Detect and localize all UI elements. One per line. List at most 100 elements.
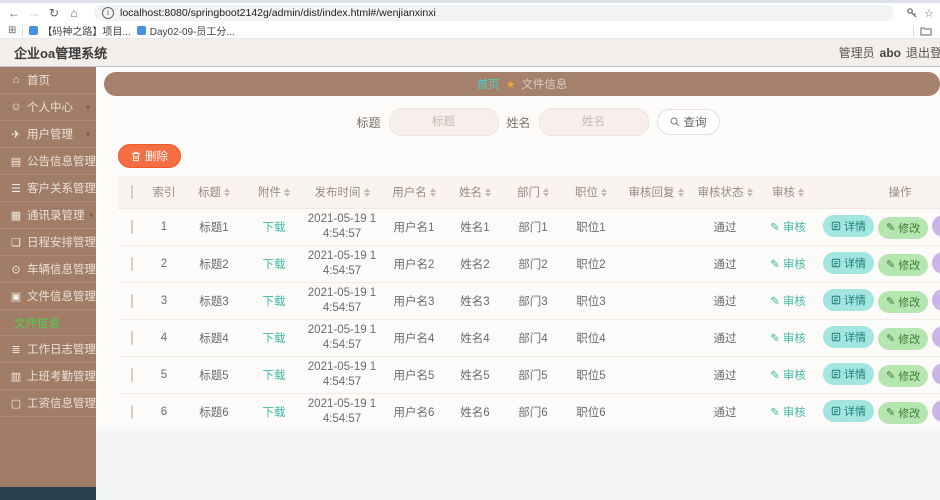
sidebar-item-worklog-management[interactable]: 工作日志管理▾ xyxy=(0,336,96,363)
delete-button[interactable]: 删除 xyxy=(932,215,940,238)
edit-button[interactable]: ✎ 修改 xyxy=(878,401,929,424)
delete-button[interactable]: 删除 xyxy=(932,289,940,312)
row-checkbox[interactable] xyxy=(131,331,133,345)
sort-icon[interactable] xyxy=(746,188,753,198)
col-attachment[interactable]: 附件 xyxy=(246,176,302,209)
key-icon[interactable] xyxy=(906,7,918,19)
bookmark-star-icon[interactable]: ☆ xyxy=(924,7,934,20)
download-link[interactable]: 下载 xyxy=(263,407,286,419)
reload-icon[interactable]: ↻ xyxy=(46,5,62,21)
sort-icon[interactable] xyxy=(601,188,607,198)
sidebar-item-announcement-management[interactable]: 公告信息管理▾ xyxy=(0,148,96,175)
audit-link[interactable]: ✎ 审核 xyxy=(770,259,806,271)
bookmark-item[interactable]: 【码神之路】项目... xyxy=(29,23,131,38)
col-position[interactable]: 职位 xyxy=(562,176,620,209)
col-audit[interactable]: 审核 xyxy=(758,176,818,209)
sort-icon[interactable] xyxy=(677,188,684,198)
sort-icon[interactable] xyxy=(224,188,230,198)
bookmark-label: Day02-09-员工分... xyxy=(149,27,235,38)
cell-index: 2 xyxy=(146,245,182,283)
delete-button[interactable]: 删除 xyxy=(932,326,940,349)
cell-position: 职位3 xyxy=(562,282,620,320)
bookmarks-folder-icon[interactable] xyxy=(920,26,932,36)
tab-grid-icon[interactable]: ⊞ xyxy=(8,25,16,36)
download-link[interactable]: 下载 xyxy=(263,370,286,382)
sort-icon[interactable] xyxy=(284,188,290,198)
sidebar-item-schedule-management[interactable]: 日程安排管理▾ xyxy=(0,229,96,256)
detail-button[interactable]: 详情 xyxy=(823,326,874,349)
breadcrumb-current: 文件信息 xyxy=(521,79,568,91)
detail-button[interactable]: 详情 xyxy=(823,289,874,312)
edit-button[interactable]: ✎ 修改 xyxy=(878,216,929,239)
row-checkbox[interactable] xyxy=(131,368,133,382)
sidebar-item-attendance-management[interactable]: 上班考勤管理▾ xyxy=(0,363,96,390)
edit-button[interactable]: ✎ 修改 xyxy=(878,327,929,350)
col-audit-status[interactable]: 审核状态 xyxy=(692,176,758,209)
col-name[interactable]: 姓名 xyxy=(446,176,504,209)
row-checkbox[interactable] xyxy=(131,257,133,271)
detail-button[interactable]: 详情 xyxy=(823,215,874,238)
table-row: 6 标题6 下载 2021-05-19 14:54:57 用户名6 姓名6 部门6 职位6 通过… xyxy=(118,393,940,429)
edit-button[interactable]: ✎ 修改 xyxy=(878,253,929,276)
logout-button[interactable]: 退出登录 xyxy=(906,44,940,61)
download-link[interactable]: 下载 xyxy=(263,259,286,271)
col-dept[interactable]: 部门 xyxy=(504,176,562,209)
row-checkbox[interactable] xyxy=(131,220,133,234)
cell-audit-status: 通过 xyxy=(692,356,758,394)
sidebar-item-salary-management[interactable]: 工资信息管理▾ xyxy=(0,390,96,417)
audit-link[interactable]: ✎ 审核 xyxy=(770,296,806,308)
delete-button[interactable]: 删除 xyxy=(932,400,940,423)
col-publish-time[interactable]: 发布时间 xyxy=(302,176,382,209)
audit-link[interactable]: ✎ 审核 xyxy=(770,370,806,382)
col-username[interactable]: 用户名 xyxy=(382,176,446,209)
sidebar-item-personal-center[interactable]: 个人中心▾ xyxy=(0,94,96,121)
query-button[interactable]: 查询 xyxy=(656,109,720,135)
cell-index: 1 xyxy=(146,208,182,246)
cell-publish-time: 2021-05-19 14:54:57 xyxy=(302,282,382,320)
forward-icon[interactable]: → xyxy=(26,5,42,21)
breadcrumb-home-link[interactable]: 首页 xyxy=(477,76,500,92)
edit-button[interactable]: ✎ 修改 xyxy=(878,364,929,387)
cell-dept: 部门5 xyxy=(504,356,562,394)
col-title[interactable]: 标题 xyxy=(182,176,246,209)
sort-icon[interactable] xyxy=(485,188,491,198)
cell-audit-status: 通过 xyxy=(692,393,758,429)
row-checkbox[interactable] xyxy=(131,294,133,308)
delete-button[interactable]: 删除 xyxy=(932,363,940,386)
sort-icon[interactable] xyxy=(363,188,370,198)
name-search-input[interactable] xyxy=(538,108,649,136)
schedule-icon xyxy=(10,236,22,249)
row-checkbox[interactable] xyxy=(131,405,133,419)
sidebar-subitem-file-info-active[interactable]: 文件信息 xyxy=(0,310,96,336)
batch-delete-button[interactable]: 删除 xyxy=(118,144,181,168)
edit-button[interactable]: ✎ 修改 xyxy=(878,290,929,313)
site-info-icon[interactable]: i xyxy=(102,7,114,19)
download-link[interactable]: 下载 xyxy=(263,296,286,308)
delete-button[interactable]: 删除 xyxy=(932,252,940,275)
sidebar-item-customer-management[interactable]: 客户关系管理▾ xyxy=(0,175,96,202)
detail-button[interactable]: 详情 xyxy=(823,400,874,423)
sidebar-item-home[interactable]: 首页 xyxy=(0,67,96,94)
select-all-checkbox[interactable] xyxy=(131,185,133,199)
detail-button[interactable]: 详情 xyxy=(823,252,874,275)
sidebar-item-file-management[interactable]: 文件信息管理▾ xyxy=(0,283,96,310)
col-audit-reply[interactable]: 审核回复 xyxy=(620,176,692,209)
sort-icon[interactable] xyxy=(798,188,804,198)
bookmark-item[interactable]: Day02-09-员工分... xyxy=(136,23,235,38)
download-link[interactable]: 下载 xyxy=(263,333,286,345)
sidebar-item-user-management[interactable]: 用户管理▾ xyxy=(0,121,96,148)
audit-link[interactable]: ✎ 审核 xyxy=(770,407,806,419)
sidebar-item-vehicle-management[interactable]: 车辆信息管理▾ xyxy=(0,256,96,283)
audit-link[interactable]: ✎ 审核 xyxy=(770,222,806,234)
title-search-input[interactable] xyxy=(388,108,499,136)
address-bar[interactable]: i localhost:8080/springboot2142g/admin/d… xyxy=(94,5,895,21)
sort-icon[interactable] xyxy=(543,188,549,198)
audit-link[interactable]: ✎ 审核 xyxy=(770,333,806,345)
sidebar-item-contacts-management[interactable]: 通讯录管理▾ xyxy=(0,202,96,229)
download-link[interactable]: 下载 xyxy=(263,222,286,234)
detail-button[interactable]: 详情 xyxy=(823,363,874,386)
sort-icon[interactable] xyxy=(429,188,436,198)
back-icon[interactable]: ← xyxy=(6,5,22,21)
bookmark-favicon xyxy=(29,26,39,35)
home-icon[interactable]: ⌂ xyxy=(66,5,82,21)
